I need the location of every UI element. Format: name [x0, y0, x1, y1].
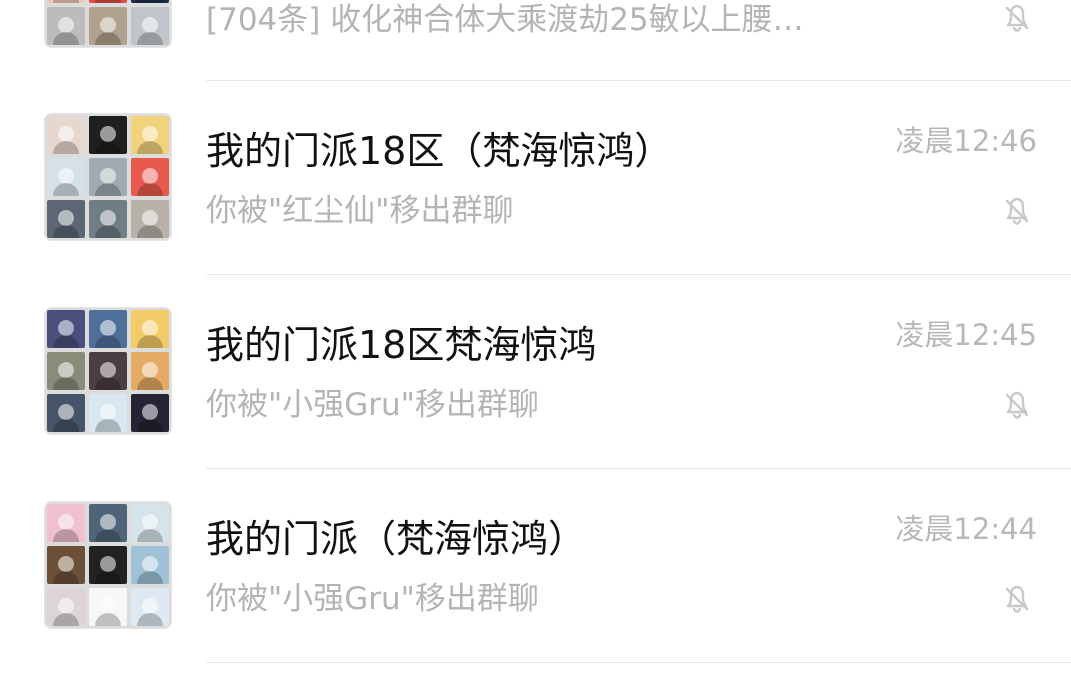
avatar-tile	[89, 310, 127, 348]
avatar-tile	[47, 394, 85, 432]
mute-bell-icon	[999, 387, 1035, 423]
avatar-tile	[47, 116, 85, 154]
chat-title: 我的门派18区（梵海惊鸿）	[206, 129, 673, 173]
avatar-tile	[131, 116, 169, 154]
avatar-face	[100, 404, 116, 420]
avatar-face	[58, 556, 74, 572]
avatar-tile	[89, 394, 127, 432]
avatar-tile	[89, 546, 127, 584]
avatar-tile	[131, 394, 169, 432]
mute-bell-icon	[999, 193, 1035, 229]
avatar-face	[58, 514, 74, 530]
avatar-face	[58, 362, 74, 378]
group-avatar	[44, 501, 172, 629]
avatar-face	[142, 320, 158, 336]
avatar-tile	[89, 0, 127, 3]
avatar-tile	[47, 7, 85, 45]
avatar-tile	[47, 310, 85, 348]
avatar-face	[100, 320, 116, 336]
avatar-body	[137, 0, 163, 3]
avatar-face	[58, 126, 74, 142]
chat-preview: 你被"红尘仙"移出群聊	[206, 193, 514, 229]
avatar-tile	[89, 7, 127, 45]
avatar-tile	[131, 200, 169, 238]
avatar-tile	[89, 504, 127, 542]
chat-time: 凌晨12:45	[895, 318, 1037, 352]
chat-preview: 你被"小强Gru"移出群聊	[206, 387, 539, 423]
avatar-tile	[131, 504, 169, 542]
avatar-tile	[131, 7, 169, 45]
avatar-face	[58, 598, 74, 614]
group-avatar	[44, 113, 172, 241]
avatar-tile	[47, 200, 85, 238]
chat-row-3[interactable]: 我的门派18区梵海惊鸿 凌晨12:45 你被"小强Gru"移出群聊	[0, 275, 1071, 469]
avatar-tile	[47, 158, 85, 196]
avatar-face	[100, 17, 116, 33]
avatar-face	[142, 514, 158, 530]
avatar-tile	[131, 310, 169, 348]
avatar-face	[142, 362, 158, 378]
avatar-face	[58, 168, 74, 184]
chat-title: 我的门派（梵海惊鸿）	[206, 517, 587, 561]
avatar-tile	[89, 588, 127, 626]
avatar-tile	[89, 116, 127, 154]
chat-time: 凌晨12:44	[895, 512, 1037, 546]
avatar-tile	[89, 352, 127, 390]
avatar-face	[100, 598, 116, 614]
avatar-body	[53, 0, 79, 3]
group-avatar	[44, 0, 172, 48]
chat-time: 凌晨12:46	[895, 124, 1037, 158]
avatar-tile	[131, 588, 169, 626]
avatar-face	[142, 598, 158, 614]
avatar-tile	[131, 0, 169, 3]
avatar-face	[100, 126, 116, 142]
avatar-body	[95, 0, 121, 3]
group-avatar	[44, 307, 172, 435]
avatar-face	[100, 362, 116, 378]
avatar-tile	[89, 200, 127, 238]
avatar-face	[58, 210, 74, 226]
avatar-tile	[47, 352, 85, 390]
avatar-face	[100, 514, 116, 530]
avatar-face	[142, 17, 158, 33]
avatar-face	[100, 556, 116, 572]
avatar-tile	[47, 0, 85, 3]
chat-row-2[interactable]: 我的门派18区（梵海惊鸿） 凌晨12:46 你被"红尘仙"移出群聊	[0, 81, 1071, 275]
avatar-tile	[47, 546, 85, 584]
avatar-face	[142, 168, 158, 184]
avatar-face	[58, 17, 74, 33]
row-divider	[206, 662, 1071, 663]
avatar-face	[142, 556, 158, 572]
chat-preview: [704条] 收化神合体大乘渡劫25敏以上腰…	[206, 2, 804, 38]
avatar-tile	[89, 158, 127, 196]
chat-list: [704条] 收化神合体大乘渡劫25敏以上腰… 我的门派18区（梵海惊鸿） 凌晨…	[0, 0, 1071, 687]
mute-bell-icon	[999, 581, 1035, 617]
avatar-face	[100, 168, 116, 184]
avatar-face	[142, 210, 158, 226]
avatar-face	[58, 404, 74, 420]
avatar-face	[100, 210, 116, 226]
avatar-tile	[131, 352, 169, 390]
chat-title: 我的门派18区梵海惊鸿	[206, 323, 597, 367]
chat-preview: 你被"小强Gru"移出群聊	[206, 581, 539, 617]
avatar-tile	[131, 158, 169, 196]
avatar-tile	[47, 504, 85, 542]
avatar-tile	[131, 546, 169, 584]
avatar-tile	[47, 588, 85, 626]
avatar-face	[142, 126, 158, 142]
avatar-face	[58, 320, 74, 336]
mute-bell-icon	[999, 0, 1035, 36]
avatar-face	[142, 404, 158, 420]
chat-row-4[interactable]: 我的门派（梵海惊鸿） 凌晨12:44 你被"小强Gru"移出群聊	[0, 469, 1071, 663]
